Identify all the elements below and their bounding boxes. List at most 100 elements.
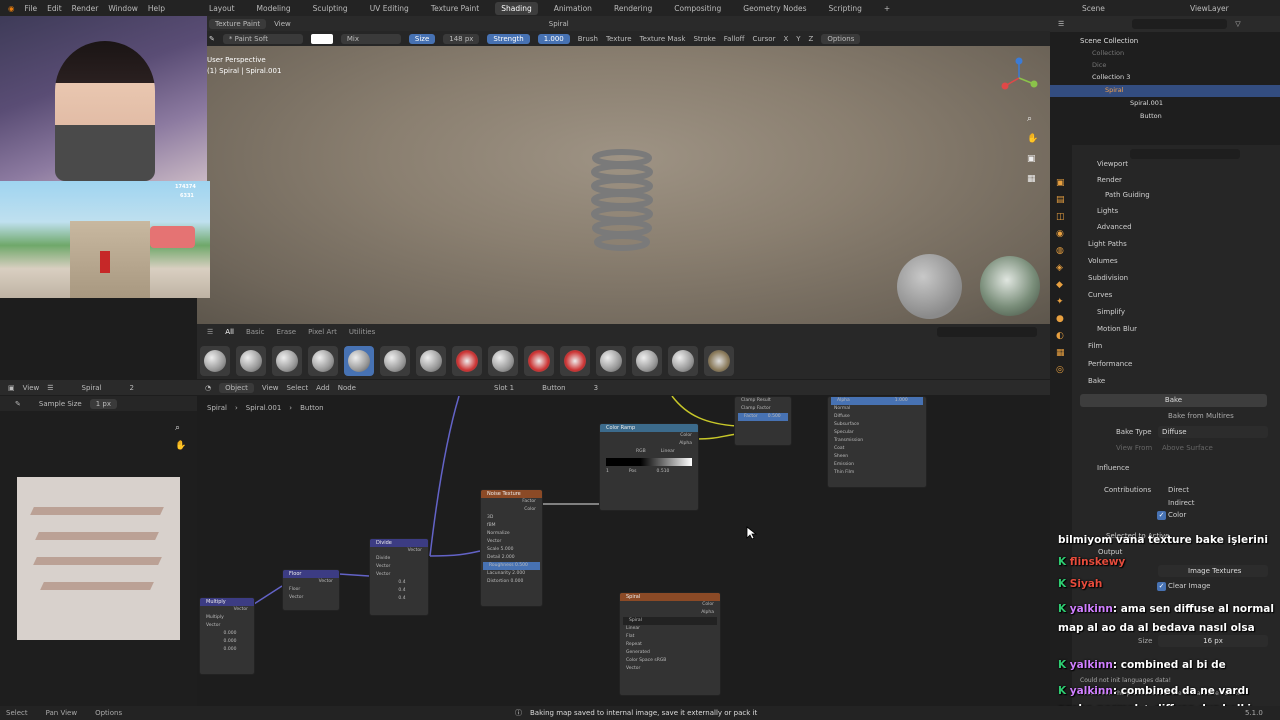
- image-editor-canvas[interactable]: ⌕ ✋: [0, 411, 197, 706]
- socket-color-out[interactable]: Color: [481, 506, 542, 514]
- brush-thumb[interactable]: [668, 346, 698, 376]
- bake-target-dropdown[interactable]: Image Textures: [1158, 565, 1268, 577]
- multiply-z[interactable]: 0.000: [200, 646, 254, 654]
- section-bake[interactable]: Bake: [1088, 377, 1105, 385]
- mode-selector[interactable]: Texture Paint: [209, 18, 267, 29]
- section-output[interactable]: Output: [1098, 548, 1122, 556]
- view-layer-selector[interactable]: ViewLayer: [1190, 4, 1229, 13]
- image-colorspace-value[interactable]: sRGB: [654, 658, 666, 663]
- image-menu-icon[interactable]: ☰: [47, 384, 53, 392]
- socket-vector-in[interactable]: Vector: [620, 665, 720, 673]
- node-bsdf-partial[interactable]: Alpha 1.000 Normal Diffuse Subsurface Spe…: [827, 396, 927, 488]
- brush-thumb[interactable]: [596, 346, 626, 376]
- brush-thumb[interactable]: [560, 346, 590, 376]
- bsdf-diffuse[interactable]: Diffuse: [828, 413, 926, 421]
- outliner-item[interactable]: Spiral.001: [1130, 99, 1163, 107]
- outliner-item-active[interactable]: Spiral: [1105, 86, 1124, 94]
- socket-vector-in[interactable]: Vector: [283, 594, 339, 602]
- tab-layout[interactable]: Layout: [203, 2, 241, 15]
- bsdf-transmission[interactable]: Transmission: [828, 437, 926, 445]
- view-menu[interactable]: View: [274, 20, 291, 28]
- node-editor-type-icon[interactable]: ◔: [205, 384, 211, 392]
- tab-modeling[interactable]: Modeling: [251, 2, 297, 15]
- section-film[interactable]: Film: [1088, 342, 1102, 350]
- menu-help[interactable]: Help: [148, 4, 165, 13]
- section-viewport[interactable]: Viewport: [1097, 160, 1128, 168]
- divide-z[interactable]: 0.4: [370, 595, 428, 603]
- sample-tool-icon[interactable]: ✎: [15, 400, 21, 408]
- brush-thumb[interactable]: [236, 346, 266, 376]
- section-light-paths[interactable]: Light Paths: [1088, 240, 1127, 248]
- section-performance[interactable]: Performance: [1088, 360, 1132, 368]
- bsdf-thin-film[interactable]: Thin Film: [828, 469, 926, 477]
- section-volumes[interactable]: Volumes: [1088, 257, 1118, 265]
- object-mode-selector[interactable]: Object: [219, 382, 254, 393]
- grid-icon[interactable]: ▦: [1027, 174, 1041, 184]
- image-interpolation[interactable]: Linear: [620, 625, 720, 633]
- section-simplify[interactable]: Simplify: [1097, 308, 1125, 316]
- divide-y[interactable]: 0.4: [370, 587, 428, 595]
- bsdf-emission[interactable]: Emission: [828, 461, 926, 469]
- tab-sculpting[interactable]: Sculpting: [307, 2, 354, 15]
- shelf-search-input[interactable]: [937, 327, 1037, 337]
- blend-mode-selector[interactable]: Mix: [340, 33, 401, 44]
- color-swatch[interactable]: [310, 33, 333, 44]
- tab-geometry-nodes[interactable]: Geometry Nodes: [737, 2, 812, 15]
- image-source[interactable]: Generated: [620, 649, 720, 657]
- section-motion-blur[interactable]: Motion Blur: [1097, 325, 1137, 333]
- section-curves[interactable]: Curves: [1088, 291, 1112, 299]
- socket-vector-in[interactable]: Vector: [370, 571, 428, 579]
- socket-vector-in[interactable]: Vector: [370, 563, 428, 571]
- cursor-menu[interactable]: Cursor: [752, 35, 775, 43]
- node-node-menu[interactable]: Node: [338, 384, 356, 392]
- menu-render[interactable]: Render: [72, 4, 99, 13]
- brush-thumb-active[interactable]: [344, 346, 374, 376]
- shelf-tab-pixel-art[interactable]: Pixel Art: [308, 328, 337, 336]
- socket-vector-out[interactable]: Vector: [283, 578, 339, 586]
- outliner-item[interactable]: Collection 3: [1092, 73, 1130, 81]
- node-select-menu[interactable]: Select: [287, 384, 309, 392]
- active-object-selector[interactable]: Spiral: [549, 20, 569, 28]
- section-subdivision[interactable]: Subdivision: [1088, 274, 1128, 282]
- node-mix-partial[interactable]: Clamp Result Clamp Factor Factor 0.500: [734, 396, 792, 446]
- tab-compositing[interactable]: Compositing: [668, 2, 727, 15]
- camera-icon[interactable]: ▣: [1027, 154, 1041, 164]
- node-divide[interactable]: Divide Vector Divide Vector Vector 0.4 0…: [369, 538, 429, 616]
- tab-scripting[interactable]: Scripting: [823, 2, 868, 15]
- node-add-menu[interactable]: Add: [316, 384, 330, 392]
- menu-edit[interactable]: Edit: [47, 4, 62, 13]
- tab-animation[interactable]: Animation: [548, 2, 598, 15]
- brush-thumb[interactable]: [704, 346, 734, 376]
- brush-selector[interactable]: * Paint Soft: [222, 33, 303, 44]
- outliner-search-input[interactable]: [1132, 19, 1228, 29]
- tab-uv-editing[interactable]: UV Editing: [364, 2, 415, 15]
- image-datablock-selector[interactable]: Spiral: [623, 617, 717, 625]
- divide-operation[interactable]: Divide: [370, 555, 428, 563]
- brush-icon[interactable]: ✎: [209, 35, 215, 43]
- brush-thumb[interactable]: [632, 346, 662, 376]
- section-influence[interactable]: Influence: [1097, 464, 1129, 472]
- tab-shading[interactable]: Shading: [495, 1, 538, 15]
- socket-alpha-out[interactable]: Alpha: [620, 609, 720, 617]
- properties-tab-icons[interactable]: ▣ ▤ ◫ ◉ ◍ ◈ ◆ ✦ ● ◐ ▦ ◎: [1050, 145, 1072, 379]
- spiral-mesh[interactable]: [587, 146, 657, 261]
- mix-clamp-factor[interactable]: Clamp Factor: [735, 405, 791, 413]
- zoom-icon[interactable]: ⌕: [1027, 114, 1041, 124]
- socket-vector-in[interactable]: Vector: [200, 622, 254, 630]
- stroke-menu[interactable]: Stroke: [693, 35, 715, 43]
- shelf-tab-basic[interactable]: Basic: [246, 328, 265, 336]
- menu-file[interactable]: File: [25, 4, 38, 13]
- texture-mask-menu[interactable]: Texture Mask: [640, 35, 686, 43]
- noise-lacunarity-value[interactable]: 2.000: [512, 571, 525, 576]
- node-multiply[interactable]: Multiply Vector Multiply Vector 0.000 0.…: [199, 597, 255, 675]
- section-render[interactable]: Render: [1097, 176, 1122, 184]
- ramp-index[interactable]: 1: [606, 469, 609, 474]
- brush-thumb[interactable]: [380, 346, 410, 376]
- bsdf-normal[interactable]: Normal: [828, 405, 926, 413]
- socket-vector-in[interactable]: Vector: [481, 538, 542, 546]
- indirect-checkbox[interactable]: Indirect: [1168, 499, 1195, 507]
- strength-field[interactable]: 1.000: [537, 33, 570, 44]
- brush-thumb[interactable]: [416, 346, 446, 376]
- node-noise-texture[interactable]: Noise Texture Factor Color 3D fBM Normal…: [480, 489, 543, 607]
- noise-normalize-checkbox[interactable]: Normalize: [481, 530, 542, 538]
